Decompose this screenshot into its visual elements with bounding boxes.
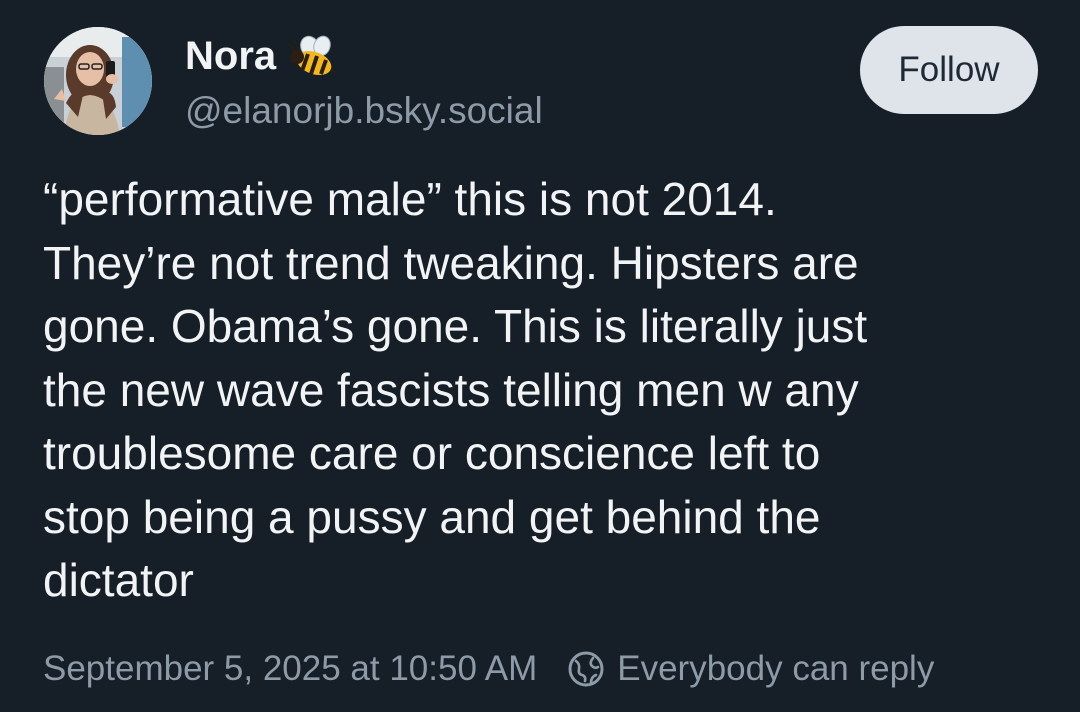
post-body: “performative male” this is not 2014. Th… xyxy=(43,168,1043,613)
post-text-line: stop being a pussy and get behind the xyxy=(43,490,821,543)
post-text-line: “performative male” this is not 2014. xyxy=(43,173,777,225)
post-text-line: gone. Obama’s gone. This is literally ju… xyxy=(43,300,868,352)
author-avatar[interactable] xyxy=(44,27,152,135)
reply-setting-label: Everybody can reply xyxy=(617,649,935,688)
post-card: Nora @elanorjb.bsky.social Follow “perfo… xyxy=(0,0,1080,712)
bee-icon xyxy=(286,35,338,79)
reply-setting[interactable]: Everybody can reply xyxy=(567,649,934,689)
post-timestamp[interactable]: September 5, 2025 at 10:50 AM xyxy=(43,649,537,689)
follow-button[interactable]: Follow xyxy=(860,26,1038,114)
post-text-line: the new wave fascists telling men w any xyxy=(43,363,859,416)
author-handle[interactable]: @elanorjb.bsky.social xyxy=(185,90,543,132)
post-text-line: dictator xyxy=(43,554,194,606)
avatar-image xyxy=(44,27,152,135)
author-display-name[interactable]: Nora xyxy=(185,34,338,79)
post-meta: September 5, 2025 at 10:50 AM Everybody … xyxy=(43,646,934,692)
post-text-line: troublesome care or conscience left to xyxy=(43,427,821,479)
author-name-text: Nora xyxy=(185,34,277,78)
post-text-line: They’re not trend tweaking. Hipsters are xyxy=(43,236,859,289)
globe-icon xyxy=(567,650,605,688)
